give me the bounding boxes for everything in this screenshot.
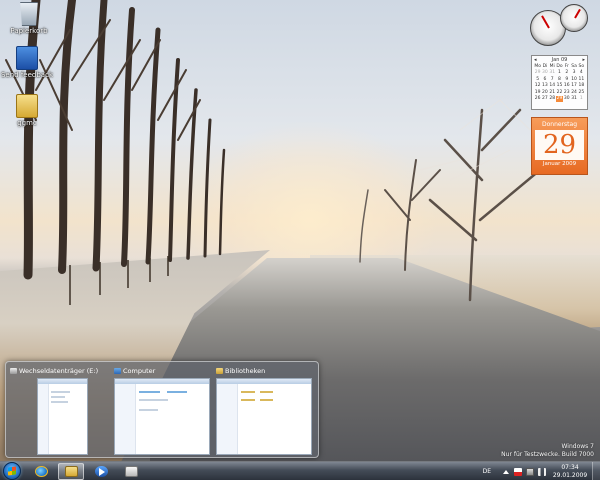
calendar-grid: Mo Di Mi Do Fr Sa So 29 30 31 1 2 3 4 5 6 7 8 9 10 11 12 13 14 1… <box>534 64 585 103</box>
taskbar-button-media-player[interactable] <box>88 463 114 480</box>
watermark-os: Windows 7 <box>561 443 594 450</box>
language-indicator[interactable]: DE <box>483 468 491 475</box>
folder-icon <box>16 94 38 118</box>
calendar-month-label: Jan 09 <box>551 57 568 63</box>
thumbnail-title: Computer <box>123 367 156 375</box>
ie-icon <box>34 466 48 477</box>
thumbnail-preview <box>216 378 312 455</box>
action-center-flag-icon[interactable] <box>514 467 522 476</box>
drive-icon <box>10 368 17 374</box>
desktop-icon-label: Papierkorb <box>10 27 48 35</box>
calendar-day-cell[interactable]: 27 <box>541 96 548 102</box>
calendar-day-number: 29 <box>535 130 584 160</box>
clock-time: 07:34 <box>561 463 579 471</box>
taskbar-button-internet-explorer[interactable] <box>28 463 54 480</box>
thumbnail-libraries[interactable]: Bibliotheken <box>216 366 316 455</box>
watermark-build: Nur für Testzwecke. Build 7000 <box>501 451 594 458</box>
clock-date: 29.01.2009 <box>552 471 588 479</box>
notification-area: DE 07:34 29.01.2009 <box>483 462 600 480</box>
taskbar-thumbnail-flyout: Wechseldatenträger (E:) Computer Bibliot… <box>5 361 319 458</box>
calendar-prev-icon[interactable]: ◂ <box>534 57 537 63</box>
desktop-icon-label: ggmc <box>17 119 37 127</box>
thumbnail-computer[interactable]: Computer <box>114 366 214 455</box>
show-hidden-icons-icon[interactable] <box>503 469 509 474</box>
library-icon <box>216 368 223 374</box>
calendar-day-cell[interactable]: 29 <box>555 96 564 103</box>
explorer-icon <box>64 466 78 477</box>
computer-icon <box>114 368 121 374</box>
desktop-icon-send-feedback[interactable]: Send feedback <box>0 46 54 79</box>
windows-logo-icon <box>8 466 16 476</box>
calendar-next-icon[interactable]: ▸ <box>582 57 585 63</box>
thumbnail-title: Bibliotheken <box>225 367 266 375</box>
desktop-icon-ggmc[interactable]: ggmc <box>0 94 54 127</box>
media-player-icon <box>94 466 108 477</box>
build-watermark: Windows 7 Nur für Testzwecke. Build 7000 <box>501 443 594 459</box>
taskbar-button-explorer[interactable] <box>58 463 84 480</box>
calendar-day-cell[interactable]: 28 <box>549 96 556 102</box>
calendar-weekday: Donnerstag <box>541 121 578 128</box>
calendar-gadget-month[interactable]: ◂ Jan 09 ▸ Mo Di Mi Do Fr Sa So 29 30 31 1 2 3 4 5 6 7 8 9… <box>531 55 588 110</box>
taskbar-button-app[interactable] <box>118 463 144 480</box>
gauge-needle <box>574 8 582 19</box>
thumbnail-title: Wechseldatenträger (E:) <box>19 367 99 375</box>
volume-icon[interactable] <box>538 467 546 476</box>
thumbnail-preview <box>114 378 210 455</box>
taskbar: DE 07:34 29.01.2009 <box>0 461 600 480</box>
gauge-needle <box>541 15 550 29</box>
calendar-month-year: Januar 2009 <box>542 161 577 167</box>
recycle-bin-icon <box>20 2 38 26</box>
thumbnail-preview <box>37 378 88 455</box>
desktop-icon-recycle-bin[interactable]: Papierkorb <box>2 2 56 35</box>
calendar-day-cell[interactable]: 1 <box>578 96 585 102</box>
system-clock[interactable]: 07:34 29.01.2009 <box>550 464 590 480</box>
calendar-gadget-day[interactable]: Donnerstag 29 Januar 2009 <box>531 117 588 175</box>
start-button[interactable] <box>3 462 21 480</box>
desktop-icon-label: Send feedback <box>0 71 53 79</box>
memory-meter-gadget[interactable] <box>560 4 588 32</box>
app-icon <box>124 466 138 477</box>
calendar-day-cell[interactable]: 31 <box>570 96 577 102</box>
thumbnail-removable-drive[interactable]: Wechseldatenträger (E:) <box>10 366 110 455</box>
show-desktop-button[interactable] <box>592 462 600 480</box>
calendar-day-cell[interactable]: 30 <box>563 96 570 102</box>
feedback-icon <box>16 46 38 70</box>
calendar-day-cell[interactable]: 26 <box>534 96 541 102</box>
network-icon[interactable] <box>526 467 534 476</box>
